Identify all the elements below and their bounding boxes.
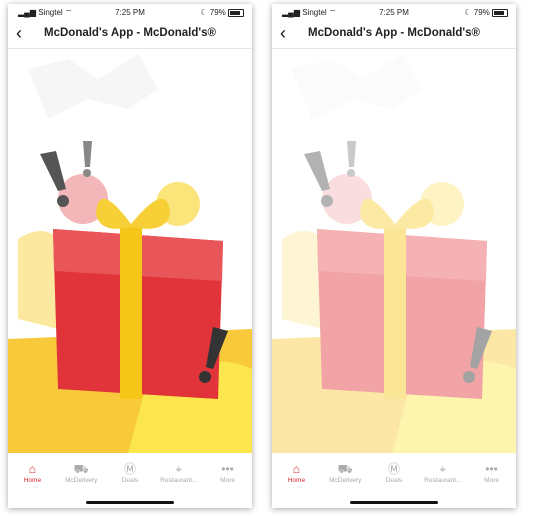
tab-label: More bbox=[220, 477, 235, 484]
tab-restaurant[interactable]: ⌖ Restaurant... bbox=[418, 453, 467, 508]
tab-mcdelivery[interactable]: ⛟ McDelivery bbox=[321, 453, 370, 508]
tab-restaurant[interactable]: ⌖ Restaurant... bbox=[154, 453, 203, 508]
home-indicator bbox=[350, 501, 438, 504]
status-bar: ▂▄▆ Singtel ⌔ 7:25 PM ☾ 79% bbox=[8, 4, 252, 20]
tab-home[interactable]: ⌂ Home bbox=[8, 453, 57, 508]
status-bar: ▂▄▆ Singtel ⌔ 7:25 PM ☾ 79% bbox=[272, 4, 516, 20]
home-icon: ⌂ bbox=[292, 462, 301, 476]
more-icon: ••• bbox=[221, 462, 234, 476]
location-pin-icon: ⌖ bbox=[439, 462, 447, 476]
scooter-icon: ⛟ bbox=[73, 462, 89, 476]
battery: ☾ 79% bbox=[464, 8, 508, 17]
tab-bar: ⌂ Home ⛟ McDelivery Ⓜ Deals ⌖ Restaurant... ••• M… bbox=[8, 453, 252, 508]
nav-bar: ‹ McDonald's App - McDonald's® bbox=[272, 20, 516, 49]
page-title: McDonald's App - McDonald's® bbox=[44, 27, 216, 39]
tab-label: McDelivery bbox=[329, 477, 362, 484]
more-icon: ••• bbox=[485, 462, 498, 476]
tab-label: Restaurant... bbox=[424, 477, 462, 484]
tab-more[interactable]: ••• More bbox=[467, 453, 516, 508]
location-pin-icon: ⌖ bbox=[175, 462, 183, 476]
home-indicator bbox=[86, 501, 174, 504]
deals-icon: Ⓜ bbox=[387, 462, 400, 476]
scooter-icon: ⛟ bbox=[337, 462, 353, 476]
tab-more[interactable]: ••• More bbox=[203, 453, 252, 508]
tab-deals[interactable]: Ⓜ Deals bbox=[106, 453, 155, 508]
deals-icon: Ⓜ bbox=[123, 462, 136, 476]
tab-label: Home bbox=[23, 477, 42, 484]
tab-mcdelivery[interactable]: ⛟ McDelivery bbox=[57, 453, 106, 508]
tab-label: Deals bbox=[385, 477, 403, 484]
tab-label: Restaurant... bbox=[160, 477, 198, 484]
tab-deals[interactable]: Ⓜ Deals bbox=[370, 453, 419, 508]
tab-label: Home bbox=[287, 477, 306, 484]
tab-label: McDelivery bbox=[65, 477, 98, 484]
nav-bar: ‹ McDonald's App - McDonald's® bbox=[8, 20, 252, 49]
tab-label: Deals bbox=[121, 477, 139, 484]
fade-overlay bbox=[272, 49, 516, 453]
tab-home[interactable]: ⌂ Home bbox=[272, 453, 321, 508]
gift-illustration bbox=[8, 49, 252, 453]
tab-label: More bbox=[484, 477, 499, 484]
battery: ☾ 79% bbox=[200, 8, 244, 17]
page-title: McDonald's App - McDonald's® bbox=[308, 27, 480, 39]
home-icon: ⌂ bbox=[28, 462, 37, 476]
tab-bar: ⌂ Home ⛟ McDelivery Ⓜ Deals ⌖ Restaurant... ••• M… bbox=[272, 453, 516, 508]
phone-screenshot-normal: ▂▄▆ Singtel ⌔ 7:25 PM ☾ 79% ‹ McDonald's… bbox=[8, 4, 252, 508]
phone-screenshot-faded: ▂▄▆ Singtel ⌔ 7:25 PM ☾ 79% ‹ McDonald's… bbox=[272, 4, 516, 508]
